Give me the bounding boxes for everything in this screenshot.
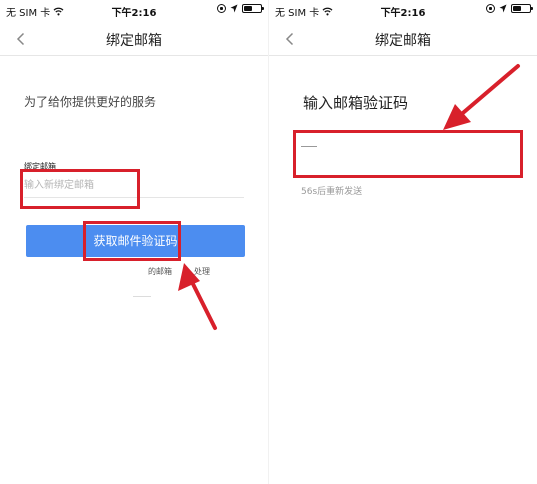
annotation-arrow-right [443, 64, 520, 130]
intro-text: 为了给你提供更好的服务 [24, 95, 157, 109]
annotation-box-button [83, 221, 181, 261]
verify-code-screen: 无 SIM 卡 下午2:16 绑定邮箱 输入邮箱验证码 56s后重新发送 [269, 0, 537, 484]
help-text: 的邮箱 处理 [148, 266, 210, 277]
battery-icon [511, 4, 533, 13]
status-bar: 无 SIM 卡 下午2:16 [269, 0, 537, 22]
help-text-head: 的邮箱 [148, 267, 172, 276]
location-icon [499, 4, 507, 13]
bind-email-screen: 无 SIM 卡 下午2:16 绑定邮箱 为了给你提供更好的服务 绑定邮箱 获取邮… [0, 0, 268, 484]
faint-divider [133, 296, 151, 297]
battery-icon [242, 4, 264, 13]
annotation-box-email [20, 169, 140, 209]
status-bar: 无 SIM 卡 下午2:16 [0, 0, 268, 22]
page-title: 绑定邮箱 [106, 33, 162, 49]
code-title: 输入邮箱验证码 [303, 94, 409, 112]
help-text-tail: 处理 [194, 267, 210, 276]
rotation-lock-icon [217, 4, 226, 13]
nav-bar: 绑定邮箱 [0, 22, 268, 56]
rotation-lock-icon [486, 4, 495, 13]
nav-bar: 绑定邮箱 [269, 22, 537, 56]
page-title: 绑定邮箱 [375, 33, 431, 49]
resend-countdown[interactable]: 56s后重新发送 [301, 184, 362, 197]
annotation-box-code [293, 130, 523, 178]
location-icon [230, 4, 238, 13]
